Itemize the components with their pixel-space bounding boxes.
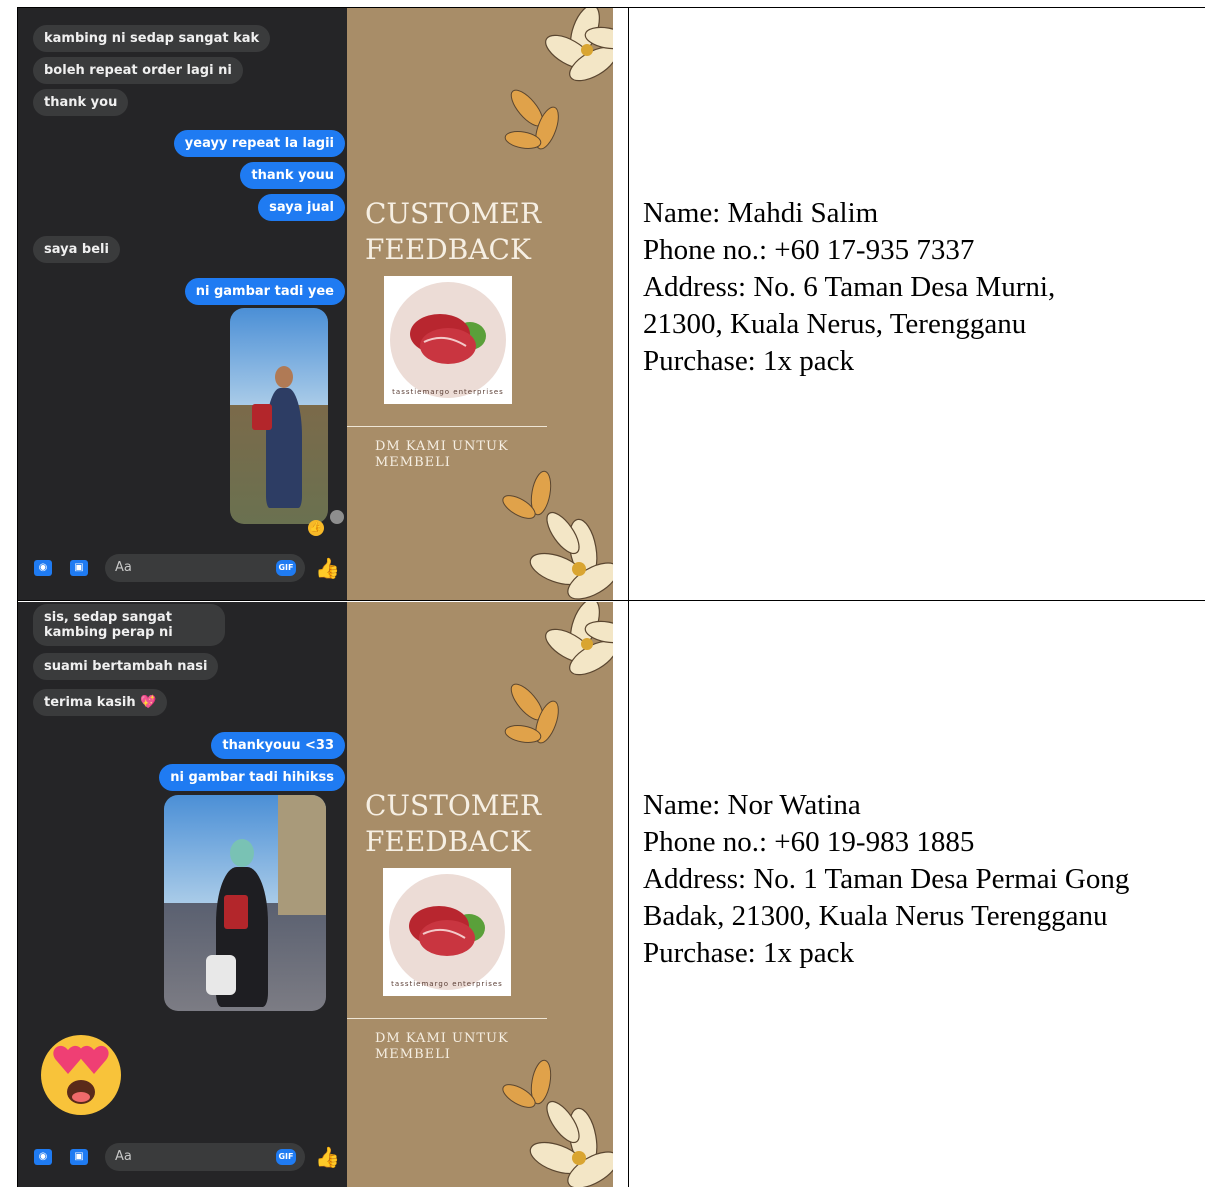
customer-name: Name: Mahdi Salim <box>643 197 879 229</box>
flower-decoration <box>504 602 613 744</box>
incoming-message: terima kasih 💖 <box>33 689 168 716</box>
poster-title: FEEDBACK <box>365 825 531 858</box>
message-composer: ◉ ▣ Aa GIF 👍 <box>18 1143 347 1173</box>
incoming-message: thank you <box>33 89 129 116</box>
poster-cta: DM KAMI UNTUK <box>375 439 509 454</box>
feedback-poster: CUSTOMER FEEDBACK tasstiemargo enterpris… <box>347 8 613 600</box>
camera-icon[interactable]: ◉ <box>34 560 52 576</box>
thumbs-up-icon[interactable]: 👍 <box>315 556 340 580</box>
outgoing-message: ni gambar tadi yee <box>184 278 345 305</box>
customer-name: Name: Nor Watina <box>643 789 861 821</box>
customer-purchase: Purchase: 1x pack <box>643 937 854 969</box>
logo-text: tasstiemargo enterprises <box>392 388 504 396</box>
message-input[interactable]: Aa <box>105 1143 305 1171</box>
table-row: kambing ni sedap sangat kak boleh repeat… <box>18 8 1205 600</box>
poster-cta: MEMBELI <box>375 1047 451 1062</box>
poster-divider <box>347 426 547 427</box>
customer-photo[interactable] <box>230 308 328 524</box>
incoming-message: kambing ni sedap sangat kak <box>33 25 271 52</box>
poster-title: CUSTOMER <box>365 789 542 822</box>
image-icon[interactable]: ▣ <box>70 1149 88 1165</box>
outgoing-message: ni gambar tadi hihikss <box>159 764 345 791</box>
table-row: sis, sedap sangat kambing perap ni suami… <box>18 602 1205 1187</box>
message-input[interactable]: Aa <box>105 554 305 582</box>
meat-logo: tasstiemargo enterprises <box>384 276 512 404</box>
outgoing-message: yeayy repeat la lagii <box>173 130 345 157</box>
thumbs-up-icon[interactable]: 👍 <box>315 1145 340 1169</box>
incoming-message: boleh repeat order lagi ni <box>33 57 243 84</box>
meat-logo: tasstiemargo enterprises <box>383 868 511 996</box>
avatar <box>330 510 344 524</box>
incoming-message: suami bertambah nasi <box>33 653 219 680</box>
incoming-message: saya beli <box>33 236 120 263</box>
outgoing-message: thankyouu <33 <box>211 732 345 759</box>
flower-decoration <box>502 470 613 600</box>
poster-divider <box>347 1018 547 1019</box>
reaction-thumbs-up: 👍 <box>308 520 324 536</box>
poster-cta: DM KAMI UNTUK <box>375 1031 509 1046</box>
customer-address: 21300, Kuala Nerus, Terengganu <box>643 308 1027 340</box>
camera-icon[interactable]: ◉ <box>34 1149 52 1165</box>
feedback-screenshot: kambing ni sedap sangat kak boleh repeat… <box>18 8 613 600</box>
customer-photo[interactable] <box>164 795 326 1011</box>
incoming-message: sis, sedap sangat kambing perap ni <box>33 604 225 646</box>
customer-address: Badak, 21300, Kuala Nerus Terengganu <box>643 900 1108 932</box>
poster-cta: MEMBELI <box>375 455 451 470</box>
gif-icon[interactable]: GIF <box>276 560 296 576</box>
outgoing-message: saya jual <box>258 194 345 221</box>
customer-phone: Phone no.: +60 19-983 1885 <box>643 826 975 858</box>
customer-details: Name: Nor Watina Phone no.: +60 19-983 1… <box>643 787 1203 972</box>
heart-eyes-emoji <box>38 1030 124 1116</box>
gif-icon[interactable]: GIF <box>276 1149 296 1165</box>
messenger-chat: sis, sedap sangat kambing perap ni suami… <box>18 602 347 1187</box>
image-icon[interactable]: ▣ <box>70 560 88 576</box>
customer-details: Name: Mahdi Salim Phone no.: +60 17-935 … <box>643 195 1203 380</box>
flower-decoration <box>502 1059 613 1187</box>
message-composer: ◉ ▣ Aa GIF 👍 <box>18 554 347 584</box>
customer-address: Address: No. 6 Taman Desa Murni, <box>643 271 1056 303</box>
feedback-poster: CUSTOMER FEEDBACK tasstiemargo enterpris… <box>347 602 613 1187</box>
poster-title: FEEDBACK <box>365 233 531 266</box>
customer-address: Address: No. 1 Taman Desa Permai Gong <box>643 863 1130 895</box>
flower-decoration <box>504 8 613 150</box>
customer-purchase: Purchase: 1x pack <box>643 345 854 377</box>
messenger-chat: kambing ni sedap sangat kak boleh repeat… <box>18 8 347 600</box>
logo-text: tasstiemargo enterprises <box>391 980 503 988</box>
feedback-screenshot: sis, sedap sangat kambing perap ni suami… <box>18 602 613 1187</box>
table-row-divider <box>18 600 1205 601</box>
outgoing-message: thank youu <box>240 162 345 189</box>
customer-phone: Phone no.: +60 17-935 7337 <box>643 234 975 266</box>
poster-title: CUSTOMER <box>365 197 542 230</box>
